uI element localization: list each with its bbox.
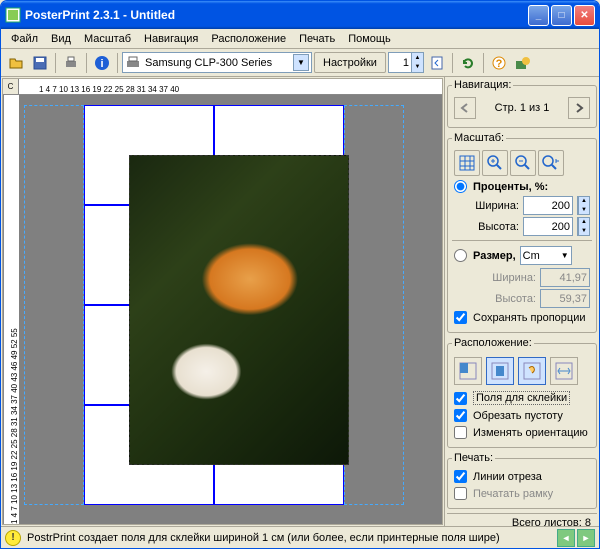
align-center-button[interactable] — [486, 357, 514, 385]
status-prev-button[interactable]: ◄ — [557, 529, 575, 547]
about-button[interactable] — [512, 52, 534, 74]
size-height-label: Высота: — [454, 293, 536, 305]
rotate-label: Изменять ориентацию — [473, 427, 588, 439]
align-stretch-button[interactable] — [550, 357, 578, 385]
copies-input[interactable] — [389, 53, 411, 72]
ruler-horizontal: 1 4 7 10 13 16 19 22 25 28 31 34 37 40 — [19, 79, 442, 95]
copies-spinner[interactable]: ▲▼ — [388, 52, 424, 73]
unit-select[interactable]: Cm▼ — [520, 246, 572, 265]
ruler-corner: C — [3, 79, 19, 95]
spin-down-icon[interactable]: ▼ — [578, 206, 589, 215]
nav-prev-button[interactable] — [454, 97, 476, 119]
close-button[interactable]: ✕ — [574, 5, 595, 26]
size-width-label: Ширина: — [454, 272, 536, 284]
menu-print[interactable]: Печать — [293, 31, 341, 47]
canvas-area[interactable]: C 1 4 7 10 13 16 19 22 25 28 31 34 37 40… — [2, 78, 443, 525]
toolbar: i Samsung CLP-300 Series ▼ Настройки ▲▼ … — [1, 49, 599, 77]
printer-select[interactable]: Samsung CLP-300 Series ▼ — [122, 52, 312, 73]
height-input[interactable]: 200 — [523, 217, 573, 236]
menu-placement[interactable]: Расположение — [205, 31, 292, 47]
info-button[interactable]: i — [91, 52, 113, 74]
size-label: Размер, — [473, 250, 516, 262]
glue-fields-checkbox[interactable] — [454, 392, 467, 405]
frame-checkbox[interactable] — [454, 487, 467, 500]
width-label: Ширина: — [454, 200, 519, 212]
align-manual-button[interactable] — [518, 357, 546, 385]
zoom-fit-button[interactable] — [538, 150, 564, 176]
scale-title: Масштаб: — [452, 132, 506, 144]
rotate-checkbox[interactable] — [454, 426, 467, 439]
ruler-vertical: 1 4 7 10 13 16 19 22 25 28 31 34 37 40 4… — [3, 95, 19, 524]
settings-button[interactable]: Настройки — [314, 52, 386, 73]
title-bar: PosterPrint 2.3.1 - Untitled _ □ ✕ — [1, 1, 599, 29]
menu-view[interactable]: Вид — [45, 31, 77, 47]
prev-page-button[interactable] — [426, 52, 448, 74]
height-label: Высота: — [454, 221, 519, 233]
status-next-button[interactable]: ► — [577, 529, 595, 547]
crop-empty-label: Обрезать пустоту — [473, 410, 563, 422]
open-button[interactable] — [5, 52, 27, 74]
placement-title: Расположение: — [452, 337, 534, 349]
keep-aspect-label: Сохранять пропорции — [473, 312, 586, 324]
size-radio[interactable] — [454, 249, 467, 262]
size-width-input: 41,97 — [540, 268, 590, 287]
cutlines-label: Линии отреза — [473, 471, 542, 483]
nav-next-button[interactable] — [568, 97, 590, 119]
spin-up-icon[interactable]: ▲ — [578, 197, 589, 206]
sidebar: Навигация: Стр. 1 из 1 Масштаб: Про — [444, 77, 599, 526]
print-button[interactable] — [60, 52, 82, 74]
app-icon — [5, 7, 21, 23]
frame-label: Печатать рамку — [473, 488, 553, 500]
spin-down-icon[interactable]: ▼ — [578, 227, 589, 236]
menu-file[interactable]: Файл — [5, 31, 44, 47]
total-sheets: Всего листов: 8 — [447, 513, 597, 526]
svg-text:?: ? — [496, 58, 503, 70]
spin-up-icon[interactable]: ▲ — [411, 53, 423, 63]
maximize-button[interactable]: □ — [551, 5, 572, 26]
menu-scale[interactable]: Масштаб — [78, 31, 137, 47]
status-text: PostrPrint создает поля для склейки шири… — [27, 532, 500, 544]
zoom-out-button[interactable] — [510, 150, 536, 176]
zoom-in-button[interactable] — [482, 150, 508, 176]
width-input[interactable]: 200 — [523, 196, 573, 215]
keep-aspect-checkbox[interactable] — [454, 311, 467, 324]
percent-radio[interactable] — [454, 180, 467, 193]
printer-name: Samsung CLP-300 Series — [145, 57, 272, 69]
page-indicator: Стр. 1 из 1 — [480, 102, 564, 114]
menu-bar: Файл Вид Масштаб Навигация Расположение … — [1, 29, 599, 49]
menu-help[interactable]: Помощь — [342, 31, 397, 47]
window-title: PosterPrint 2.3.1 - Untitled — [25, 8, 528, 22]
status-bar: ! PostrPrint создает поля для склейки ши… — [1, 526, 599, 548]
crop-empty-checkbox[interactable] — [454, 409, 467, 422]
spin-up-icon[interactable]: ▲ — [578, 218, 589, 227]
warning-icon: ! — [5, 530, 21, 546]
print-title: Печать: — [452, 452, 495, 464]
chevron-down-icon[interactable]: ▼ — [293, 54, 309, 71]
size-height-input: 59,37 — [540, 289, 590, 308]
nav-title: Навигация: — [452, 79, 513, 91]
glue-fields-label: Поля для склейки — [473, 391, 570, 405]
zoom-grid-button[interactable] — [454, 150, 480, 176]
help-button[interactable]: ? — [488, 52, 510, 74]
poster-image[interactable] — [129, 155, 349, 465]
align-topleft-button[interactable] — [454, 357, 482, 385]
svg-text:i: i — [100, 58, 103, 70]
save-button[interactable] — [29, 52, 51, 74]
percent-label: Проценты, %: — [473, 181, 548, 193]
cutlines-checkbox[interactable] — [454, 470, 467, 483]
menu-navigation[interactable]: Навигация — [138, 31, 204, 47]
spin-down-icon[interactable]: ▼ — [411, 63, 423, 73]
minimize-button[interactable]: _ — [528, 5, 549, 26]
refresh-button[interactable] — [457, 52, 479, 74]
